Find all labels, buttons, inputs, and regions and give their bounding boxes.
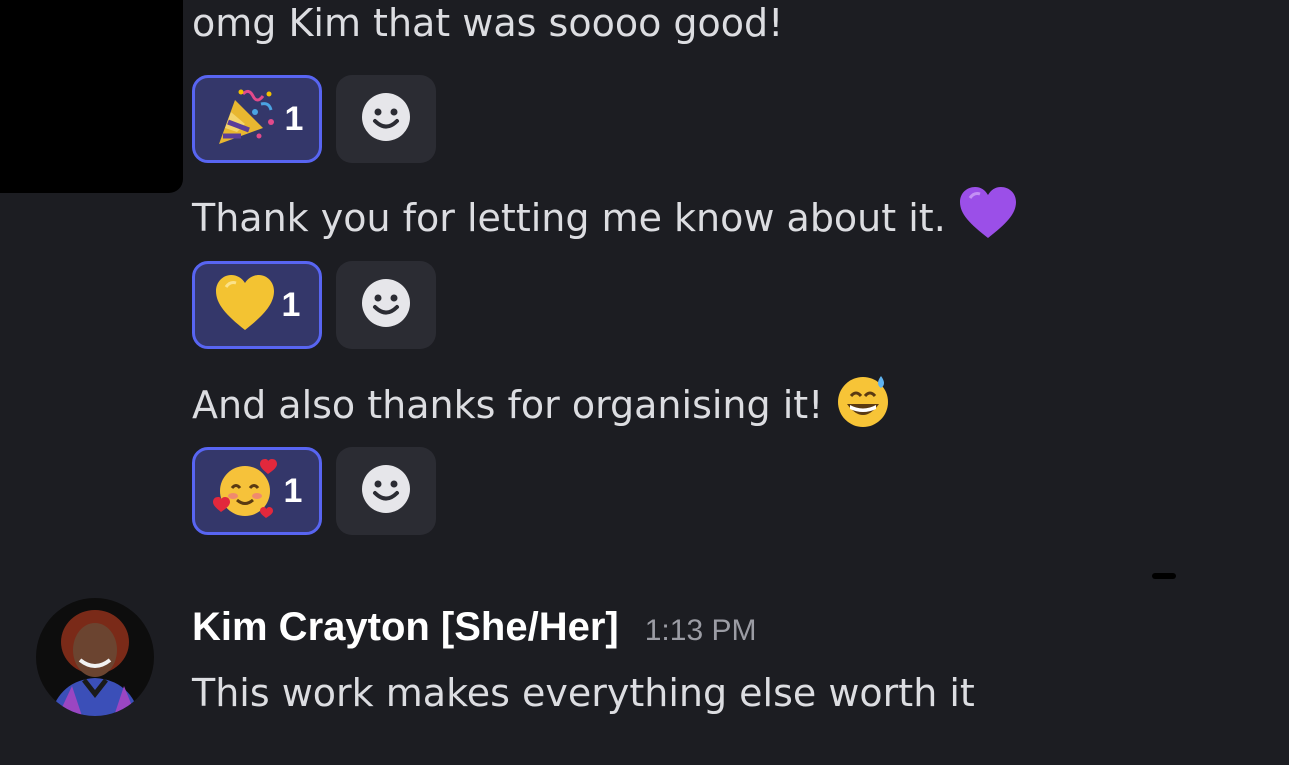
grinning-face-with-sweat-icon (835, 372, 891, 438)
reaction-party-popper[interactable]: 1 (192, 75, 322, 163)
smiley-add-icon (361, 464, 411, 518)
message-text: Thank you for letting me know about it. (192, 186, 1018, 250)
smiling-face-with-hearts-icon (212, 458, 278, 524)
reaction-row: 1 (192, 447, 436, 535)
party-popper-icon (211, 84, 279, 154)
message-1-text: omg Kim that was soooo good! (192, 1, 784, 45)
add-reaction-button[interactable] (336, 261, 436, 349)
message-text: omg Kim that was soooo good! (192, 0, 783, 46)
add-reaction-button[interactable] (336, 447, 436, 535)
yellow-heart-icon (214, 274, 276, 336)
redacted-avatar (0, 0, 183, 193)
smiley-add-icon (361, 92, 411, 146)
reaction-count: 1 (281, 285, 301, 324)
reaction-row: 1 (192, 75, 436, 163)
reaction-row: 1 (192, 261, 436, 349)
smiley-add-icon (361, 278, 411, 332)
message-header: Kim Crayton [She/Her] 1:13 PM (192, 605, 756, 650)
scrollbar-nub[interactable] (1152, 573, 1176, 579)
author-name[interactable]: Kim Crayton [She/Her] (192, 605, 619, 650)
avatar[interactable] (36, 598, 154, 716)
message-3-text: And also thanks for organising it! (192, 383, 824, 427)
reaction-count: 1 (283, 471, 303, 510)
purple-heart-icon (958, 186, 1018, 250)
reaction-count: 1 (284, 99, 304, 138)
message-text: And also thanks for organising it! (192, 372, 891, 438)
reaction-smiling-face-with-hearts[interactable]: 1 (192, 447, 322, 535)
add-reaction-button[interactable] (336, 75, 436, 163)
reaction-yellow-heart[interactable]: 1 (192, 261, 322, 349)
latest-message-text: This work makes everything else worth it (192, 671, 975, 715)
message-text: This work makes everything else worth it (192, 670, 975, 716)
chat-view: omg Kim that was soooo good! 1 Thank you… (0, 0, 1289, 765)
timestamp: 1:13 PM (644, 614, 757, 647)
message-2-text: Thank you for letting me know about it. (192, 196, 946, 240)
